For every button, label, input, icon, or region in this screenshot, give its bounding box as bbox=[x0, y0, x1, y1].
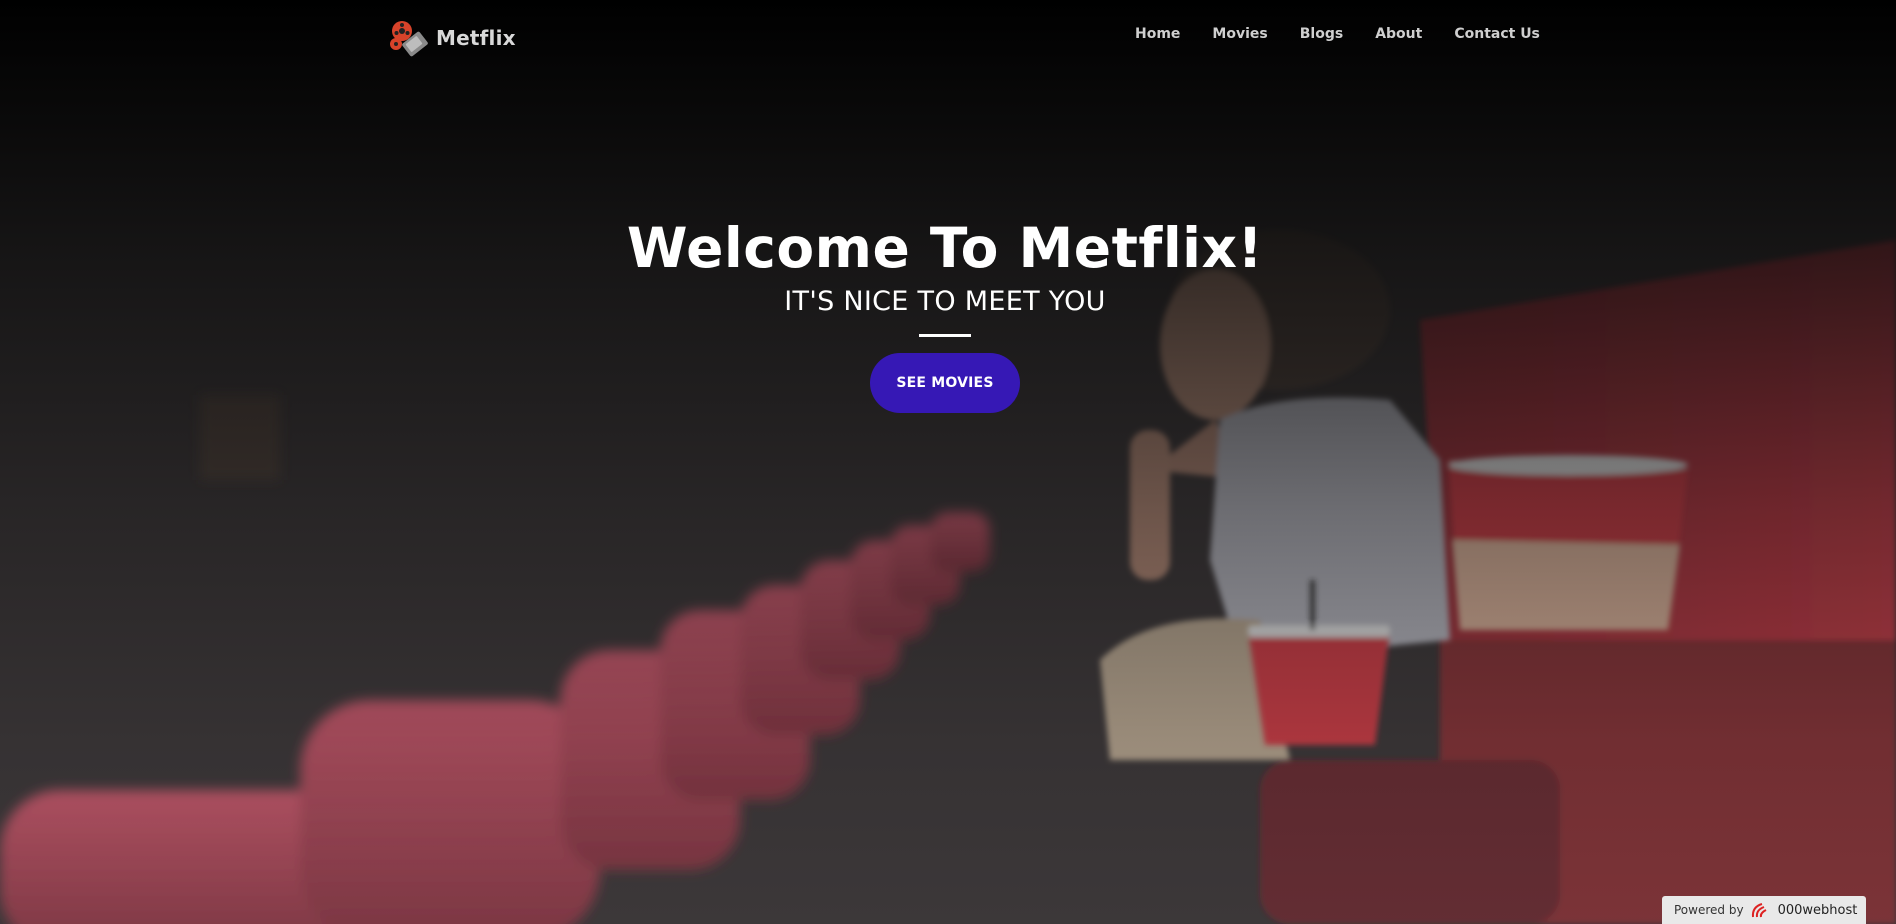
powered-by-label: Powered by bbox=[1674, 903, 1744, 917]
hero-content: Welcome To Metflix! IT'S NICE TO MEET YO… bbox=[0, 212, 1890, 413]
see-movies-button[interactable]: SEE MOVIES bbox=[870, 353, 1020, 413]
nav-movies-link[interactable]: Movies bbox=[1212, 26, 1267, 42]
hero-title: Welcome To Metflix! bbox=[626, 216, 1264, 280]
hero-subtitle: IT'S NICE TO MEET YOU bbox=[784, 286, 1106, 317]
nav-about-link[interactable]: About bbox=[1375, 26, 1422, 42]
nav-contact-link[interactable]: Contact Us bbox=[1454, 26, 1540, 42]
hero-divider bbox=[919, 334, 971, 337]
powered-by-brand: 000webhost bbox=[1777, 902, 1858, 918]
brand-name: Metflix bbox=[436, 26, 516, 50]
nav-home-link[interactable]: Home bbox=[1135, 26, 1180, 42]
brand-logo-link[interactable]: Metflix bbox=[388, 18, 516, 58]
nav-blogs-link[interactable]: Blogs bbox=[1300, 26, 1343, 42]
film-reel-icon bbox=[390, 21, 428, 57]
powered-by-badge[interactable]: Powered by 000webhost bbox=[1662, 896, 1866, 924]
hero-dark-overlay bbox=[0, 0, 1896, 924]
000webhost-logo-icon bbox=[1751, 903, 1767, 918]
main-nav: Home Movies Blogs About Contact Us bbox=[1135, 26, 1540, 42]
hero-section bbox=[0, 0, 1896, 924]
top-navbar: Metflix Home Movies Blogs About Contact … bbox=[0, 0, 1896, 76]
